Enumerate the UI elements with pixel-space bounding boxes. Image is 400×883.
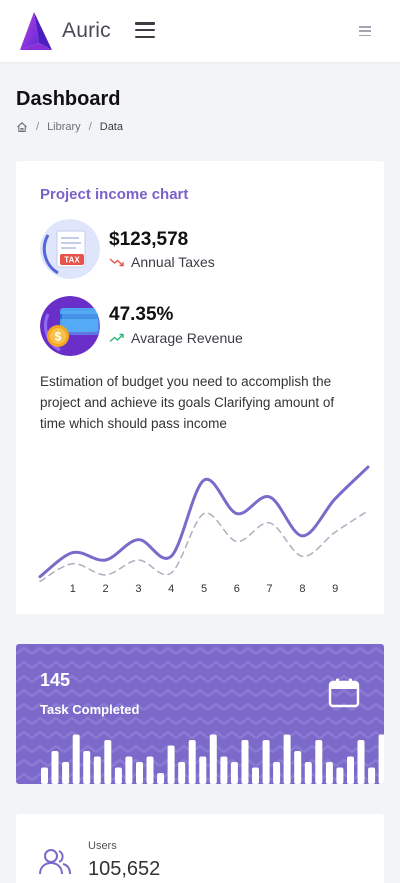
average-revenue-value: 47.35% xyxy=(109,304,174,325)
svg-text:$: $ xyxy=(55,330,62,344)
task-bar xyxy=(230,762,238,784)
users-value: 105,652 xyxy=(88,858,161,880)
task-bar xyxy=(368,767,376,784)
x-tick-label: 1 xyxy=(70,583,76,595)
x-tick-label: 4 xyxy=(168,583,174,595)
breadcrumb-library[interactable]: Library xyxy=(47,121,81,133)
x-tick-label: 7 xyxy=(267,583,273,595)
x-tick-label: 2 xyxy=(103,583,109,595)
revenue-card-icon: $ xyxy=(40,296,100,356)
task-bar xyxy=(146,756,154,784)
card-title: Project income chart xyxy=(40,186,189,203)
top-navbar: Auric xyxy=(0,0,400,62)
trend-down-icon xyxy=(109,258,124,267)
home-icon[interactable] xyxy=(16,121,28,133)
task-bar xyxy=(83,751,91,784)
auric-logo xyxy=(20,12,52,50)
annual-taxes-label: Annual Taxes xyxy=(131,254,215,270)
average-revenue-label: Avarage Revenue xyxy=(131,330,243,346)
project-income-card: Project income chart TAX $123,578 Annual… xyxy=(16,161,384,614)
annual-taxes-stat: Annual Taxes xyxy=(109,254,215,270)
task-bar xyxy=(199,756,207,784)
task-bar xyxy=(167,745,175,784)
task-bar xyxy=(41,767,48,784)
average-revenue-stat: Avarage Revenue xyxy=(109,330,243,346)
task-bar xyxy=(93,756,101,784)
brand[interactable]: Auric xyxy=(14,10,111,52)
more-menu-icon[interactable] xyxy=(359,26,371,36)
trend-up-icon xyxy=(109,333,124,343)
task-bar xyxy=(114,767,122,784)
users-card: Users 105,652 xyxy=(16,814,384,883)
brand-name: Auric xyxy=(62,19,111,42)
task-bar xyxy=(104,740,112,784)
task-bar xyxy=(136,762,143,784)
users-label: Users xyxy=(88,840,117,852)
annual-taxes-value: $123,578 xyxy=(109,229,189,250)
task-bar xyxy=(220,756,228,784)
x-tick-label: 9 xyxy=(332,583,338,595)
breadcrumb-separator: / xyxy=(88,121,92,133)
task-bar xyxy=(125,756,133,784)
card-description: Estimation of budget you need to accompl… xyxy=(40,374,335,431)
x-tick-label: 8 xyxy=(299,583,305,595)
income-line-chart: 1 2 3 4 5 6 7 8 9 xyxy=(38,465,370,595)
breadcrumb-data: Data xyxy=(99,121,123,133)
task-bar xyxy=(336,767,344,784)
task-bar xyxy=(252,767,259,784)
task-bar xyxy=(283,734,291,784)
task-bar xyxy=(72,734,80,784)
task-bar xyxy=(262,740,270,784)
task-bar-sparkline xyxy=(41,734,384,784)
x-tick-label: 3 xyxy=(135,583,141,595)
x-tick-label: 6 xyxy=(234,583,240,595)
task-bar xyxy=(209,734,217,784)
task-bar xyxy=(241,740,249,784)
x-tick-label: 5 xyxy=(201,583,207,595)
task-bar xyxy=(178,762,186,784)
task-bar xyxy=(315,740,323,784)
hamburger-menu-icon[interactable] xyxy=(135,22,155,38)
breadcrumb: / Library / Data xyxy=(16,121,123,133)
tax-badge-text: TAX xyxy=(64,256,80,265)
task-bar xyxy=(62,762,70,784)
task-bar xyxy=(304,762,312,784)
task-bar xyxy=(357,740,365,784)
task-completed-card: 145 Task Completed xyxy=(16,644,384,784)
task-bar xyxy=(157,773,165,784)
tax-document-icon: TAX xyxy=(40,219,100,279)
page-title: Dashboard xyxy=(16,88,121,110)
users-icon xyxy=(39,849,71,875)
task-bar xyxy=(378,734,384,784)
breadcrumb-separator: / xyxy=(36,121,40,133)
task-bar xyxy=(188,740,196,784)
task-bar xyxy=(294,751,302,784)
chart-series-solid xyxy=(38,465,370,579)
task-bar xyxy=(347,756,354,784)
task-bar xyxy=(273,762,281,784)
task-bar xyxy=(51,751,59,784)
task-bar xyxy=(325,762,333,784)
